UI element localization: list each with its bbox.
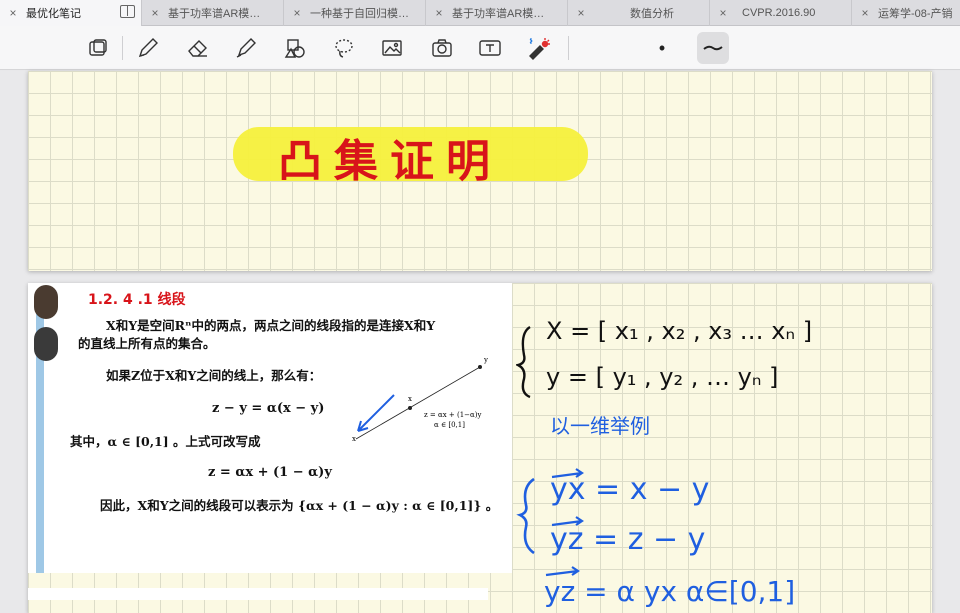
camera-icon[interactable] <box>426 32 458 64</box>
paragraph: X和Y是空间Rⁿ中的两点，两点之间的线段指的是连接X和Y <box>106 318 436 333</box>
equation: z − y = α(x − y) <box>212 401 325 416</box>
tab-optimization-notes[interactable]: × 最优化笔记 <box>0 0 142 26</box>
paragraph: 其中，α ∈ [0,1] 。上式可改写成 <box>70 434 261 449</box>
tab-label: 运筹学-08-产销 <box>878 8 953 20</box>
next-excerpt-edge <box>28 588 488 600</box>
toolbar-divider <box>122 36 123 60</box>
tab-document[interactable]: × 一种基于自回归模… <box>284 0 426 26</box>
notebook-page[interactable]: 凸集证明 <box>28 71 932 271</box>
close-tab-icon[interactable]: × <box>568 6 594 20</box>
tab-document[interactable]: × 运筹学-08-产销 <box>852 0 960 26</box>
handwritten-note: 以一维举例 <box>550 414 650 438</box>
page-view-icon[interactable] <box>82 32 114 64</box>
vector-arrow-stroke <box>545 566 580 577</box>
tab-document[interactable]: × 数值分析 <box>568 0 710 26</box>
close-tab-icon[interactable]: × <box>0 6 26 20</box>
toolbar-divider <box>568 36 569 60</box>
pasted-textbook-excerpt[interactable]: 1.2. 4 .1 线段 X和Y是空间Rⁿ中的两点，两点之间的线段指的是连接X和… <box>28 283 512 573</box>
brace-stroke <box>516 477 535 555</box>
notebook-page[interactable]: 1.2. 4 .1 线段 X和Y是空间Rⁿ中的两点，两点之间的线段指的是连接X和… <box>28 283 932 613</box>
brace-stroke <box>516 325 531 399</box>
label-alpha-range: α ∈ [0,1] <box>434 421 465 429</box>
label-z-eq: z = αx + (1−α)y <box>424 411 482 419</box>
section-heading: 1.2. 4 .1 线段 <box>88 292 186 308</box>
highlighter-icon[interactable] <box>230 32 262 64</box>
line-segment-diagram: y x x z = αx + (1−α)y α ∈ [0,1] <box>352 356 488 443</box>
stroke-curve-icon <box>703 45 723 51</box>
label-x-near: x <box>408 395 412 403</box>
stroke-style-button[interactable] <box>697 32 729 64</box>
tab-label: 基于功率谱AR模… <box>452 8 545 20</box>
tab-document[interactable]: × CVPR.2016.90 <box>710 0 852 26</box>
close-tab-icon[interactable]: × <box>852 6 878 20</box>
handwritten-equation: yz = α yx α∈[0,1] <box>544 575 795 608</box>
split-view-icon[interactable] <box>120 5 135 18</box>
close-tab-icon[interactable]: × <box>426 6 452 20</box>
close-tab-icon[interactable]: × <box>142 6 168 20</box>
pen-icon[interactable] <box>132 32 164 64</box>
avatar <box>34 327 58 361</box>
tab-label: 一种基于自回归模… <box>310 8 409 20</box>
tab-label: 数值分析 <box>630 8 674 20</box>
lasso-icon[interactable] <box>328 32 360 64</box>
label-x: x <box>352 435 356 443</box>
laser-pointer-icon[interactable] <box>522 32 554 64</box>
eraser-icon[interactable] <box>182 32 214 64</box>
shapes-icon[interactable] <box>280 32 312 64</box>
handwritten-vector-y: y = [ y₁ , y₂ , … yₙ ] <box>546 363 778 391</box>
paragraph: 的直线上所有点的集合。 <box>78 336 216 351</box>
image-icon[interactable] <box>376 32 408 64</box>
handwritten-notes[interactable]: X = [ x₁ , x₂ , x₃ … xₙ ] y = [ y₁ , y₂ … <box>516 293 932 613</box>
toolbar: • <box>0 26 960 70</box>
equation: z = αx + (1 − α)y <box>208 465 332 480</box>
handwritten-equation: yx = x − y <box>550 472 709 507</box>
tab-label: 基于功率谱AR模… <box>168 8 261 20</box>
paragraph: 如果Z位于X和Y之间的线上，那么有： <box>106 368 322 383</box>
handwritten-title: 凸集证明 <box>278 136 502 187</box>
handwritten-equation: yz = z − y <box>550 522 705 557</box>
handwritten-vector-x: X = [ x₁ , x₂ , x₃ … xₙ ] <box>546 317 812 345</box>
label-y: y <box>483 356 488 364</box>
pen-color-dot[interactable]: • <box>646 32 678 64</box>
avatar <box>34 285 58 319</box>
color-dot: • <box>658 37 666 58</box>
tab-document[interactable]: × 基于功率谱AR模… <box>426 0 568 26</box>
tab-document[interactable]: × 基于功率谱AR模… <box>142 0 284 26</box>
note-canvas[interactable]: 凸集证明 1.2. 4 .1 线段 X和Y是空间Rⁿ中的两点，两点之间的线段指的… <box>0 71 960 613</box>
close-tab-icon[interactable]: × <box>284 6 310 20</box>
textbox-icon[interactable] <box>474 32 506 64</box>
tab-bar: × 最优化笔记 × 基于功率谱AR模… × 一种基于自回归模… × 基于功率谱A… <box>0 0 960 26</box>
tab-label: CVPR.2016.90 <box>742 7 816 19</box>
paragraph: 因此，X和Y之间的线段可以表示为 {αx + (1 − α)y : α ∈ [0… <box>100 498 499 513</box>
close-tab-icon[interactable]: × <box>710 6 736 20</box>
